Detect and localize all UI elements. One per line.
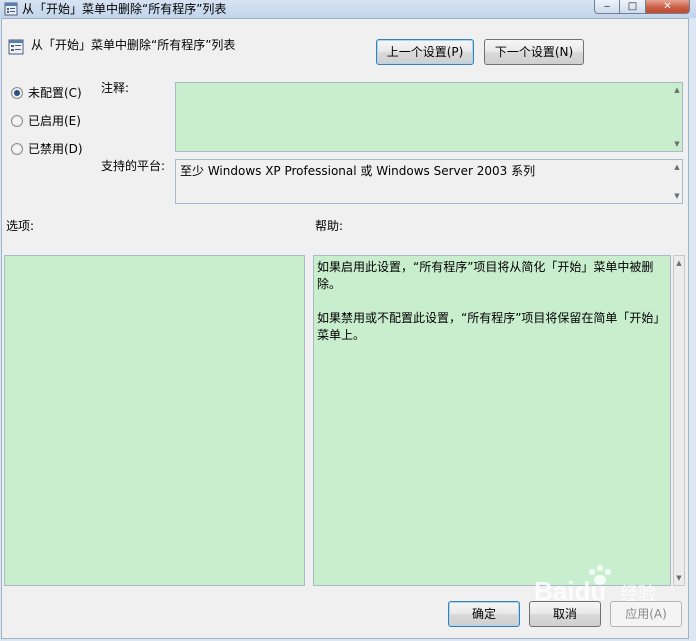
help-paragraph: 如果禁用或不配置此设置，“所有程序”项目将保留在简单「开始」菜单上。: [317, 311, 666, 342]
radio-label: 已启用(E): [28, 114, 81, 128]
scroll-up-icon[interactable]: ▲: [676, 259, 681, 267]
scroll-down-icon[interactable]: ▼: [674, 140, 679, 148]
options-label: 选项:: [6, 219, 35, 233]
radio-label: 未配置(C): [28, 86, 82, 100]
platform-value: 至少 Windows XP Professional 或 Windows Ser…: [180, 164, 536, 178]
radio-button[interactable]: [11, 114, 23, 127]
next-setting-button[interactable]: 下一个设置(N): [484, 39, 584, 65]
policy-setting-icon: [8, 39, 24, 55]
policy-setting-icon: [4, 2, 18, 16]
platform-box: 至少 Windows XP Professional 或 Windows Ser…: [175, 159, 683, 204]
previous-setting-button[interactable]: 上一个设置(P): [376, 39, 474, 65]
scroll-down-icon[interactable]: ▼: [676, 574, 681, 582]
window-titlebar[interactable]: 从「开始」菜单中删除“所有程序”列表 ‒ □ ✕: [0, 0, 696, 18]
radio-button[interactable]: [11, 86, 23, 99]
help-text: 如果启用此设置，“所有程序”项目将从简化「开始」菜单中被删除。 如果禁用或不配置…: [317, 259, 669, 361]
radio-enabled[interactable]: 已启用(E): [11, 112, 81, 129]
setting-title: 从「开始」菜单中删除“所有程序”列表: [31, 38, 236, 52]
help-paragraph: 如果启用此设置，“所有程序”项目将从简化「开始」菜单中被删除。: [317, 260, 654, 291]
help-panel: 如果启用此设置，“所有程序”项目将从简化「开始」菜单中被删除。 如果禁用或不配置…: [313, 255, 671, 586]
scroll-up-icon[interactable]: ▲: [674, 163, 679, 171]
radio-button[interactable]: [11, 142, 23, 155]
ok-button[interactable]: 确定: [448, 601, 520, 627]
maximize-button[interactable]: □: [620, 0, 646, 14]
options-panel: [4, 255, 305, 586]
close-button[interactable]: ✕: [646, 0, 690, 14]
minimize-button[interactable]: ‒: [594, 0, 620, 14]
apply-button[interactable]: 应用(A): [610, 601, 682, 627]
radio-not-configured[interactable]: 未配置(C): [11, 84, 82, 101]
help-label: 帮助:: [315, 219, 344, 233]
window-title: 从「开始」菜单中删除“所有程序”列表: [22, 2, 227, 16]
dialog-client-area: 从「开始」菜单中删除“所有程序”列表 上一个设置(P) 下一个设置(N) 未配置…: [1, 18, 689, 639]
platform-scrollbar[interactable]: ▲ ▼: [672, 160, 682, 203]
help-scrollbar[interactable]: ▲ ▼: [673, 255, 685, 586]
comment-label: 注释:: [101, 81, 130, 95]
comment-scrollbar[interactable]: ▲ ▼: [672, 83, 682, 151]
cancel-button[interactable]: 取消: [529, 601, 601, 627]
radio-label: 已禁用(D): [28, 142, 83, 156]
comment-textbox[interactable]: ▲ ▼: [175, 82, 683, 152]
scroll-down-icon[interactable]: ▼: [674, 192, 679, 200]
radio-disabled[interactable]: 已禁用(D): [11, 140, 83, 157]
scroll-up-icon[interactable]: ▲: [674, 86, 679, 94]
platform-label: 支持的平台:: [101, 159, 166, 173]
